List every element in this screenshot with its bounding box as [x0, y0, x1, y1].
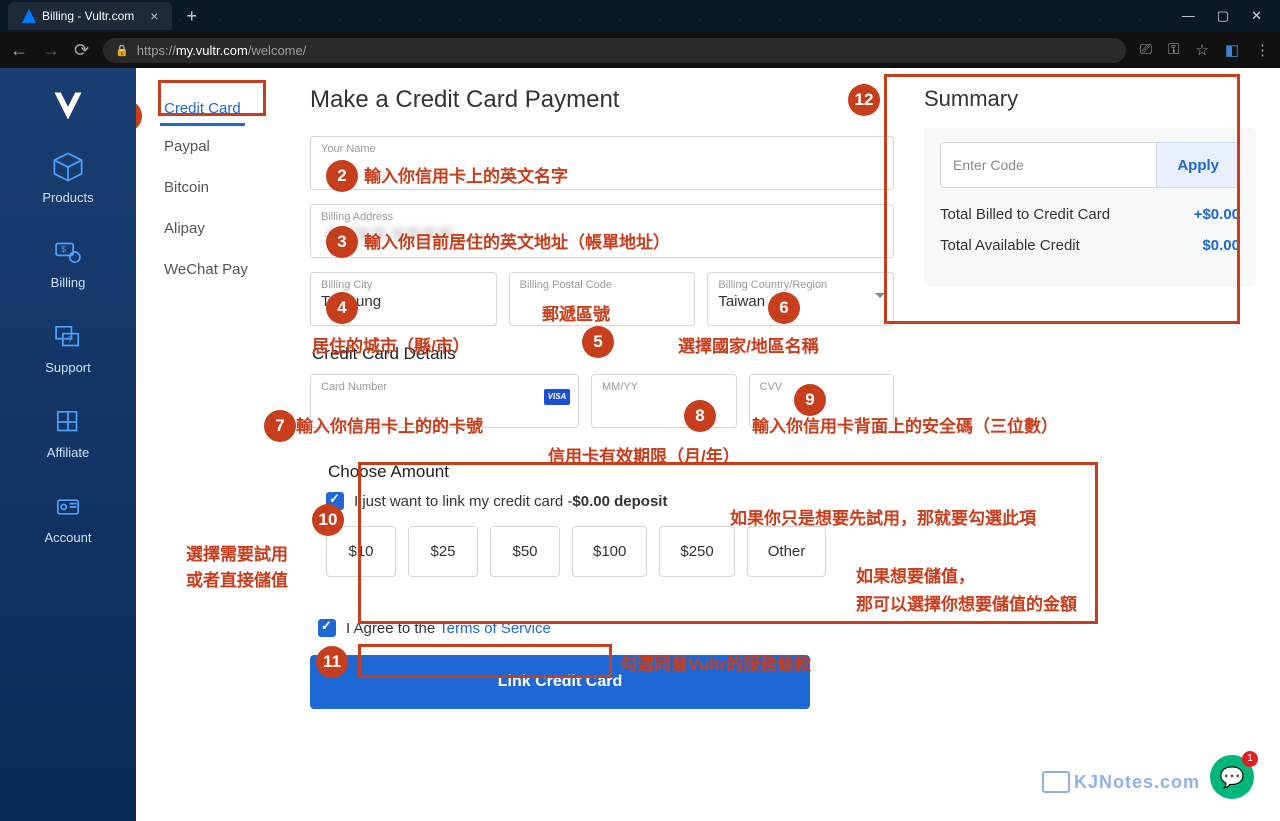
annotation-text-2: 輸入你信用卡上的英文名字: [364, 162, 568, 187]
payment-method-tabs: Credit Card Paypal Bitcoin Alipay WeChat…: [160, 78, 300, 709]
summary-billed-label: Total Billed to Credit Card: [940, 206, 1110, 223]
vultr-favicon: [22, 9, 36, 23]
app-sidebar: Products $ Billing ? Support Affiliate A…: [0, 68, 136, 821]
vultr-logo[interactable]: [50, 88, 86, 124]
affiliate-icon: [51, 405, 85, 439]
address-bar[interactable]: 🔒 https://my.vultr.com/welcome/: [103, 38, 1126, 63]
lock-icon: 🔒: [115, 44, 129, 57]
close-tab-icon[interactable]: ×: [150, 8, 158, 24]
annotation-badge-10: 10: [312, 504, 344, 536]
sidebar-item-affiliate[interactable]: Affiliate: [0, 395, 136, 474]
chat-badge: 1: [1242, 751, 1258, 767]
tab-paypal[interactable]: Paypal: [160, 126, 300, 167]
extension-icon[interactable]: ◧: [1225, 41, 1239, 59]
annotation-badge-12: 12: [848, 84, 880, 116]
tab-credit-card[interactable]: Credit Card: [160, 88, 245, 126]
reload-button[interactable]: ⟳: [74, 40, 89, 61]
new-tab-button[interactable]: +: [178, 6, 205, 27]
page-title: Make a Credit Card Payment: [310, 86, 894, 114]
summary-credit-label: Total Available Credit: [940, 237, 1080, 254]
summary-credit-value: $0.00: [1202, 237, 1240, 254]
svg-text:$: $: [61, 244, 66, 254]
annotation-text-10c: 如果你只是想要先試用，那就要勾選此項: [730, 504, 1036, 529]
summary-card: Enter Code Apply Total Billed to Credit …: [924, 128, 1256, 286]
annotation-text-6: 選擇國家/地區名稱: [678, 332, 819, 357]
tab-bitcoin[interactable]: Bitcoin: [160, 167, 300, 208]
chat-icon: 💬: [1220, 765, 1245, 790]
annotation-text-5: 郵遞區號: [542, 300, 610, 325]
back-button[interactable]: ←: [10, 40, 28, 61]
annotation-badge-3: 3: [326, 226, 358, 258]
sidebar-item-billing[interactable]: $ Billing: [0, 225, 136, 304]
chat-button[interactable]: 💬 1: [1210, 755, 1254, 799]
bookmark-star-icon[interactable]: ☆: [1195, 41, 1208, 59]
browser-toolbar: ← → ⟳ 🔒 https://my.vultr.com/welcome/ ⎚ …: [0, 32, 1280, 68]
tos-link[interactable]: Terms of Service: [439, 620, 551, 637]
annotation-badge-7: 7: [264, 410, 296, 442]
products-icon: [51, 150, 85, 184]
billing-icon: $: [51, 235, 85, 269]
menu-icon[interactable]: ⋮: [1255, 41, 1270, 59]
annotation-text-9: 輸入你信用卡背面上的安全碼（三位數）: [752, 412, 1058, 437]
tab-wechat-pay[interactable]: WeChat Pay: [160, 249, 300, 290]
visa-icon: VISA: [544, 389, 570, 405]
sidebar-item-account[interactable]: Account: [0, 480, 136, 559]
apply-code-button[interactable]: Apply: [1157, 142, 1240, 188]
sidebar-item-products[interactable]: Products: [0, 140, 136, 219]
watermark: KJNotes.com: [1042, 771, 1200, 793]
close-window-button[interactable]: ✕: [1251, 8, 1262, 24]
window-titlebar: Billing - Vultr.com × + ― ▢ ✕: [0, 0, 1280, 32]
annotation-text-10a: 選擇需要試用: [186, 540, 288, 565]
country-field[interactable]: Billing Country/Region Taiwan: [707, 272, 894, 326]
annotation-badge-9: 9: [794, 384, 826, 416]
annotation-badge-4: 4: [326, 292, 358, 324]
desktop-icon[interactable]: ⎚: [1140, 41, 1152, 59]
url-scheme: https://: [137, 43, 176, 58]
svg-text:?: ?: [68, 334, 73, 344]
support-icon: ?: [51, 320, 85, 354]
maximize-button[interactable]: ▢: [1217, 8, 1229, 24]
annotation-badge-2: 2: [326, 160, 358, 192]
amount-10[interactable]: $10: [326, 526, 396, 577]
annotation-badge-8: 8: [684, 400, 716, 432]
amount-50[interactable]: $50: [490, 526, 560, 577]
tos-label: I Agree to the Terms of Service: [346, 620, 551, 637]
account-icon: [51, 490, 85, 524]
url-path: /welcome/: [248, 43, 307, 58]
annotation-badge-5: 5: [582, 326, 614, 358]
annotation-badge-11: 11: [316, 646, 348, 678]
minimize-button[interactable]: ―: [1182, 8, 1195, 24]
annotation-text-11: 勾選同意Vultr的服務條款: [620, 650, 811, 675]
sidebar-item-support[interactable]: ? Support: [0, 310, 136, 389]
amount-250[interactable]: $250: [659, 526, 734, 577]
summary-heading: Summary: [924, 86, 1256, 112]
url-domain: my.vultr.com: [176, 43, 248, 58]
annotation-badge-6: 6: [768, 292, 800, 324]
tos-checkbox[interactable]: [318, 619, 336, 637]
promo-code-input[interactable]: Enter Code: [940, 142, 1157, 188]
tab-title: Billing - Vultr.com: [42, 9, 134, 23]
summary-billed-value: +$0.00: [1194, 206, 1240, 223]
tab-alipay[interactable]: Alipay: [160, 208, 300, 249]
amount-100[interactable]: $100: [572, 526, 647, 577]
annotation-text-8: 信用卡有效期限（月/年）: [548, 442, 740, 467]
key-icon[interactable]: ⚿: [1168, 41, 1179, 59]
annotation-text-3: 輸入你目前居住的英文地址（帳單地址）: [364, 228, 670, 253]
forward-button[interactable]: →: [42, 40, 60, 61]
amount-25[interactable]: $25: [408, 526, 478, 577]
amount-other[interactable]: Other: [747, 526, 827, 577]
annotation-text-4: 居住的城市（縣/市）: [312, 332, 470, 357]
annotation-text-10e: 那可以選擇你想要儲值的金額: [856, 590, 1077, 615]
chevron-down-icon: [875, 293, 885, 303]
browser-tab-active[interactable]: Billing - Vultr.com ×: [8, 2, 172, 30]
annotation-text-10d: 如果想要儲值，: [856, 562, 975, 587]
annotation-text-7: 輸入你信用卡上的的卡號: [296, 412, 483, 437]
annotation-text-10b: 或者直接儲值: [186, 566, 288, 591]
